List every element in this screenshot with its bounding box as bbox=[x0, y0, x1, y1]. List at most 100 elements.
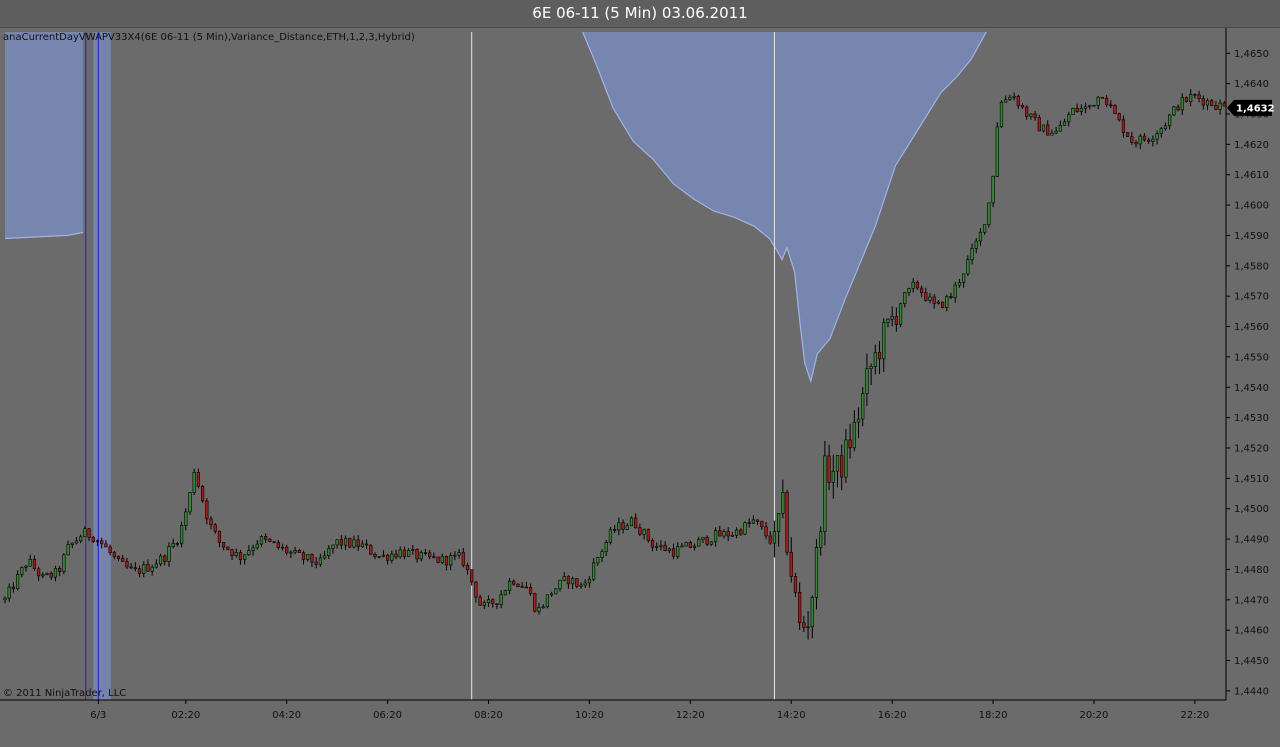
candle-body bbox=[390, 553, 394, 561]
candle-body bbox=[793, 576, 798, 593]
candle-body bbox=[486, 599, 491, 604]
candle-body bbox=[297, 550, 301, 553]
candle-body bbox=[520, 586, 524, 588]
candle-body bbox=[756, 519, 760, 522]
candle-body bbox=[919, 287, 924, 293]
candle-body bbox=[499, 594, 503, 605]
candle-body bbox=[856, 418, 861, 423]
x-tick-label: 02:20 bbox=[171, 710, 200, 721]
candle-body bbox=[167, 546, 171, 562]
candle-body bbox=[83, 528, 87, 538]
candle-body bbox=[852, 421, 856, 449]
y-tick-label: 1,4500 bbox=[1234, 504, 1269, 515]
candle-body bbox=[747, 522, 751, 524]
candle-body bbox=[932, 296, 936, 304]
candle-body bbox=[764, 526, 768, 537]
candle-body bbox=[882, 322, 886, 360]
candle bbox=[646, 528, 650, 543]
x-tick-label: 22:20 bbox=[1180, 710, 1209, 721]
y-tick-label: 1,4510 bbox=[1234, 474, 1269, 485]
candle-body bbox=[1033, 113, 1037, 118]
candle-body bbox=[722, 531, 726, 537]
candle-body bbox=[449, 555, 453, 566]
candle bbox=[436, 556, 440, 564]
candle-body bbox=[528, 587, 533, 594]
candle-body bbox=[28, 559, 32, 567]
candle-body bbox=[966, 259, 970, 275]
candle-body bbox=[705, 536, 709, 545]
candle-body bbox=[121, 558, 125, 562]
candle-body bbox=[928, 296, 932, 301]
candle-body bbox=[440, 556, 444, 563]
candle-body bbox=[848, 439, 852, 449]
candle-body bbox=[108, 546, 112, 553]
candle-body bbox=[226, 546, 230, 550]
candle-body bbox=[840, 455, 844, 478]
y-tick-label: 1,4460 bbox=[1234, 626, 1269, 637]
candle-body bbox=[1214, 105, 1218, 110]
candle-body bbox=[436, 556, 440, 563]
candle-body bbox=[146, 564, 150, 572]
candle-body bbox=[1172, 106, 1176, 116]
candle-body bbox=[423, 552, 428, 554]
candle-body bbox=[772, 531, 777, 544]
candle-body bbox=[37, 568, 41, 577]
candle-body bbox=[970, 247, 974, 261]
candle-body bbox=[66, 544, 70, 556]
candle-body bbox=[158, 555, 163, 565]
candle bbox=[684, 541, 688, 547]
candle-body bbox=[1008, 97, 1012, 100]
candle-body bbox=[1088, 104, 1092, 107]
candle-body bbox=[583, 582, 587, 586]
candle-body bbox=[125, 561, 129, 568]
x-tick-label: 06:20 bbox=[373, 710, 402, 721]
price-chart[interactable]: 1,4440 1,4450 1,4460 1,4470 1,4480 1,4490 1,45… bbox=[0, 28, 1280, 747]
candle-body bbox=[419, 552, 423, 560]
candle bbox=[743, 521, 747, 536]
y-tick-label: 1,4640 bbox=[1234, 79, 1269, 90]
candle-body bbox=[259, 536, 264, 545]
candle-body bbox=[247, 550, 251, 556]
candle-body bbox=[886, 318, 890, 324]
chart-window: 6E 06-11 (5 Min) 03.06.2011 1,4440 1,4450… bbox=[0, 0, 1280, 747]
candle-body bbox=[659, 544, 663, 547]
candle bbox=[1184, 96, 1189, 103]
candle-body bbox=[861, 393, 865, 420]
candle-body bbox=[293, 550, 297, 553]
candle-body bbox=[507, 580, 512, 591]
candle-body bbox=[234, 552, 238, 557]
candle-body bbox=[318, 557, 322, 565]
candle-body bbox=[726, 531, 730, 537]
candle-body bbox=[676, 546, 680, 557]
candle-body bbox=[133, 567, 137, 569]
candle bbox=[369, 544, 373, 555]
candle-body bbox=[1083, 106, 1088, 109]
candle-body bbox=[692, 545, 697, 548]
candle-body bbox=[16, 573, 20, 590]
candle-body bbox=[638, 527, 642, 535]
candle-body bbox=[453, 554, 457, 557]
candle-body bbox=[163, 555, 167, 562]
candle-body bbox=[730, 534, 734, 537]
candle-body bbox=[1058, 125, 1062, 132]
candle-body bbox=[1184, 97, 1189, 103]
candle-body bbox=[1029, 113, 1033, 117]
candle bbox=[503, 589, 507, 596]
candle-body bbox=[835, 455, 840, 472]
candle-body bbox=[352, 539, 356, 548]
candle-body bbox=[1155, 133, 1159, 140]
candle bbox=[991, 175, 995, 208]
candle-body bbox=[894, 316, 898, 325]
candle-body bbox=[751, 519, 756, 524]
candle-body bbox=[386, 554, 390, 561]
candle-body bbox=[150, 566, 154, 572]
candle-body bbox=[32, 559, 37, 570]
candle bbox=[226, 546, 230, 551]
candle-body bbox=[478, 596, 482, 606]
y-tick-label: 1,4550 bbox=[1234, 352, 1269, 363]
candle-body bbox=[24, 565, 28, 568]
candle-body bbox=[516, 583, 520, 587]
candle-body bbox=[474, 581, 478, 598]
y-tick-label: 1,4480 bbox=[1234, 565, 1269, 576]
candle-body bbox=[276, 542, 280, 548]
